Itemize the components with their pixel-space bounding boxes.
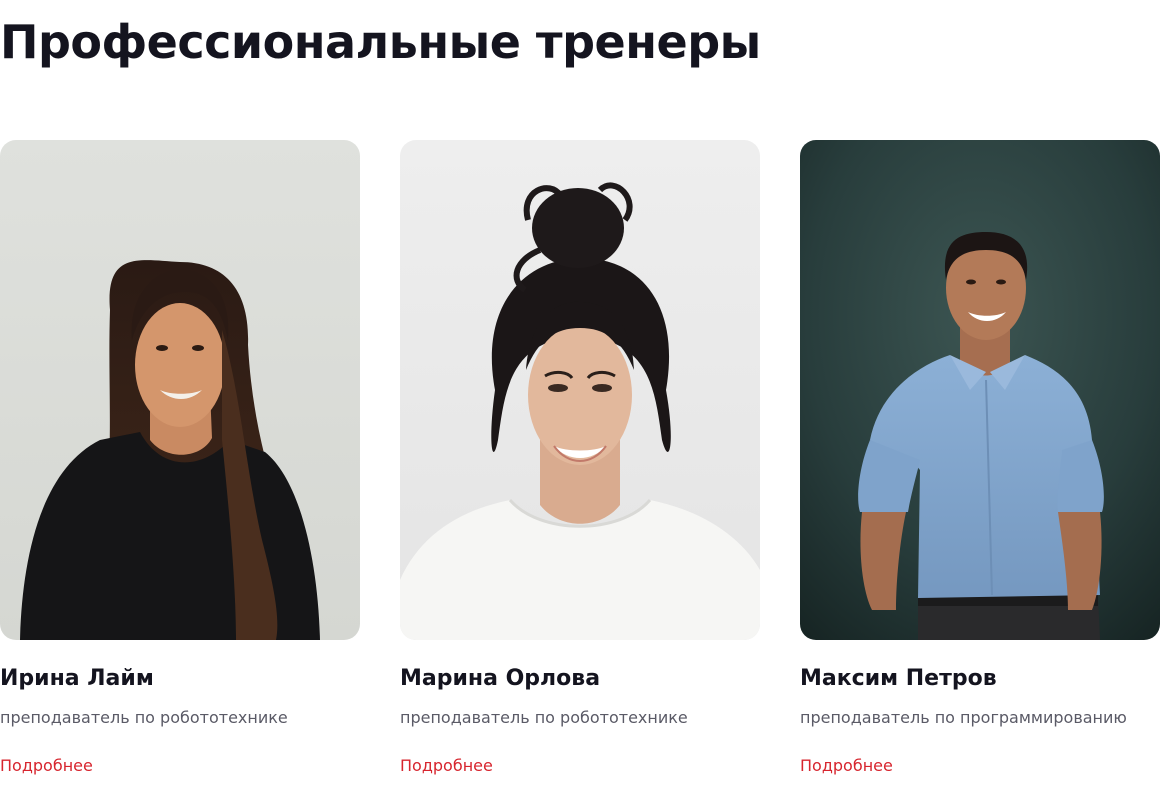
trainer-photo bbox=[800, 140, 1160, 640]
trainer-role: преподаватель по робототехнике bbox=[400, 708, 688, 727]
trainer-photo bbox=[400, 140, 760, 640]
trainer-card: Ирина Лайм преподаватель по робототехник… bbox=[0, 140, 360, 776]
trainer-card: Марина Орлова преподаватель по робототех… bbox=[400, 140, 760, 776]
more-link[interactable]: Подробнее bbox=[800, 756, 893, 776]
trainers-list: Ирина Лайм преподаватель по робототехник… bbox=[0, 140, 1160, 776]
more-link[interactable]: Подробнее bbox=[0, 756, 93, 776]
trainer-name: Марина Орлова bbox=[400, 666, 601, 691]
trainer-card: Максим Петров преподаватель по программи… bbox=[800, 140, 1160, 776]
trainer-role: преподаватель по робототехнике bbox=[0, 708, 288, 727]
trainer-role: преподаватель по программированию bbox=[800, 708, 1127, 727]
trainer-photo bbox=[0, 140, 360, 640]
trainer-name: Ирина Лайм bbox=[0, 666, 154, 691]
more-link[interactable]: Подробнее bbox=[400, 756, 493, 776]
page-title: Профессиональные тренеры bbox=[0, 15, 761, 69]
trainer-name: Максим Петров bbox=[800, 666, 997, 691]
